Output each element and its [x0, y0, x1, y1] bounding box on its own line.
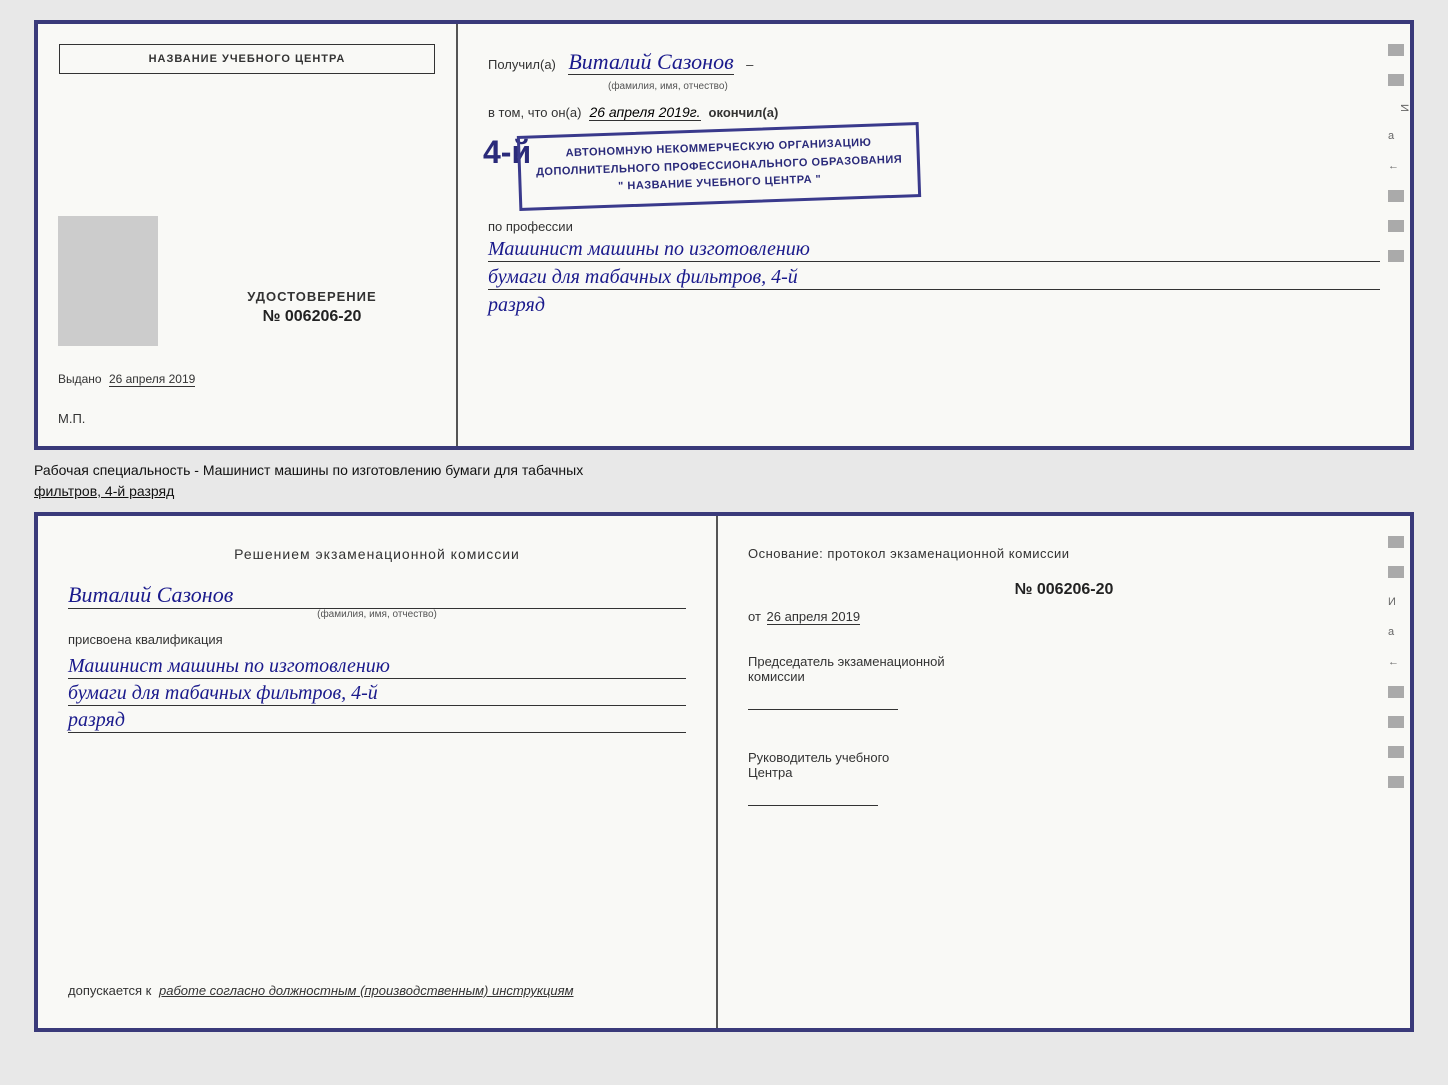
- bottom-fio-hint: (фамилия, имя, отчество): [68, 609, 686, 620]
- predsedatel-line2: комиссии: [748, 669, 1380, 684]
- side-label-i: И: [1388, 104, 1410, 112]
- dopusk-prefix: допускается к: [68, 983, 151, 998]
- okoncil-label: окончил(а): [709, 105, 779, 120]
- dopuskaetsya-line: допускается к работе согласно должностны…: [68, 983, 686, 998]
- proprofessii: по профессии: [488, 219, 1380, 234]
- between-label: Рабочая специальность - Машинист машины …: [34, 458, 1414, 504]
- prof-line3: разряд: [488, 294, 1380, 317]
- side-b-label-a: а: [1388, 626, 1410, 638]
- osnovanie-text: Основание: протокол экзаменационной коми…: [748, 546, 1380, 561]
- stamp-rect: АВТОНОМНУЮ НЕКОММЕРЧЕСКУЮ ОРГАНИЗАЦИЮ ДО…: [517, 122, 922, 211]
- vydano-date: 26 апреля 2019: [109, 372, 195, 387]
- kvalif-line3: разряд: [68, 709, 686, 733]
- bar-b2: [1388, 566, 1404, 578]
- top-cert-left: НАЗВАНИЕ УЧЕБНОГО ЦЕНТРА УДОСТОВЕРЕНИЕ №…: [38, 24, 458, 446]
- predsedatel-podpis: [748, 709, 898, 710]
- prof-line2: бумаги для табачных фильтров, 4-й: [488, 266, 1380, 290]
- top-cert-right: Получил(а) Виталий Сазонов – (фамилия, и…: [458, 24, 1410, 446]
- org-name-box: НАЗВАНИЕ УЧЕБНОГО ЦЕНТРА: [59, 44, 435, 74]
- ot-date-line: от 26 апреля 2019: [748, 609, 1380, 624]
- side-label-arrow: ←: [1388, 160, 1410, 172]
- bar-b1: [1388, 536, 1404, 548]
- prot-number: № 006206-20: [748, 581, 1380, 599]
- side-label-a: а: [1388, 130, 1410, 142]
- document-container: НАЗВАНИЕ УЧЕБНОГО ЦЕНТРА УДОСТОВЕРЕНИЕ №…: [34, 20, 1414, 1032]
- bar-1: [1388, 44, 1404, 56]
- vtom-prefix: в том, что он(а): [488, 105, 581, 120]
- udost-block: УДОСТОВЕРЕНИЕ № 006206-20: [188, 289, 436, 326]
- bottom-name: Виталий Сазонов: [68, 582, 686, 609]
- mp-line: М.П.: [58, 411, 85, 426]
- udost-number: № 006206-20: [188, 308, 436, 326]
- resheniem-text: Решением экзаменационной комиссии: [68, 546, 686, 562]
- top-certificate: НАЗВАНИЕ УЧЕБНОГО ЦЕНТРА УДОСТОВЕРЕНИЕ №…: [34, 20, 1414, 450]
- prof-line1: Машинист машины по изготовлению: [488, 238, 1380, 262]
- bar-b3: [1388, 686, 1404, 698]
- poluchil-line: Получил(а) Виталий Сазонов –: [488, 49, 1380, 75]
- bar-3: [1388, 190, 1404, 202]
- prisvoena-text: присвоена квалификация: [68, 632, 686, 647]
- kvalif-line2: бумаги для табачных фильтров, 4-й: [68, 682, 686, 706]
- vtom-date: 26 апреля 2019г.: [589, 104, 700, 121]
- side-b-label-i: И: [1388, 596, 1410, 608]
- rukovod-line1: Руководитель учебного: [748, 750, 1380, 765]
- vydano-line: Выдано 26 апреля 2019: [58, 372, 436, 386]
- bar-b4: [1388, 716, 1404, 728]
- ot-prefix: от: [748, 609, 761, 624]
- predsedatel-block: Председатель экзаменационной комиссии: [748, 654, 1380, 710]
- photo-area: [58, 216, 158, 346]
- dash: –: [746, 57, 753, 72]
- recipient-name: Виталий Сазонов: [568, 49, 733, 75]
- rukovod-line2: Центра: [748, 765, 1380, 780]
- bar-b5: [1388, 746, 1404, 758]
- bottom-certificate: Решением экзаменационной комиссии Витали…: [34, 512, 1414, 1032]
- side-bars-top: И а ←: [1388, 24, 1410, 446]
- side-b-label-arrow: ←: [1388, 656, 1410, 668]
- bottom-cert-right: Основание: протокол экзаменационной коми…: [718, 516, 1410, 1028]
- stamp-block: 4-й АВТОНОМНУЮ НЕКОММЕРЧЕСКУЮ ОРГАНИЗАЦИ…: [518, 129, 1380, 204]
- bar-5: [1388, 250, 1404, 262]
- vtom-block: в том, что он(а) 26 апреля 2019г. окончи…: [488, 104, 1380, 121]
- poluchil-prefix: Получил(а): [488, 57, 556, 72]
- side-bars-bottom: И а ←: [1388, 516, 1410, 1028]
- bar-4: [1388, 220, 1404, 232]
- between-prefix: Рабочая специальность - Машинист машины …: [34, 462, 583, 478]
- between-underline: фильтров, 4-й разряд: [34, 483, 174, 499]
- ot-date: 26 апреля 2019: [767, 609, 861, 625]
- bar-b6: [1388, 776, 1404, 788]
- predsedatel-line1: Председатель экзаменационной: [748, 654, 1380, 669]
- kvalif-line1: Машинист машины по изготовлению: [68, 655, 686, 679]
- udost-label: УДОСТОВЕРЕНИЕ: [188, 289, 436, 304]
- dopusk-italic: работе согласно должностным (производств…: [159, 983, 574, 998]
- rukovod-block: Руководитель учебного Центра: [748, 750, 1380, 806]
- bar-2: [1388, 74, 1404, 86]
- vydano-label: Выдано: [58, 372, 102, 386]
- fio-hint-top: (фамилия, имя, отчество): [608, 81, 1380, 92]
- bottom-cert-left: Решением экзаменационной комиссии Витали…: [38, 516, 718, 1028]
- rukovod-podpis: [748, 805, 878, 806]
